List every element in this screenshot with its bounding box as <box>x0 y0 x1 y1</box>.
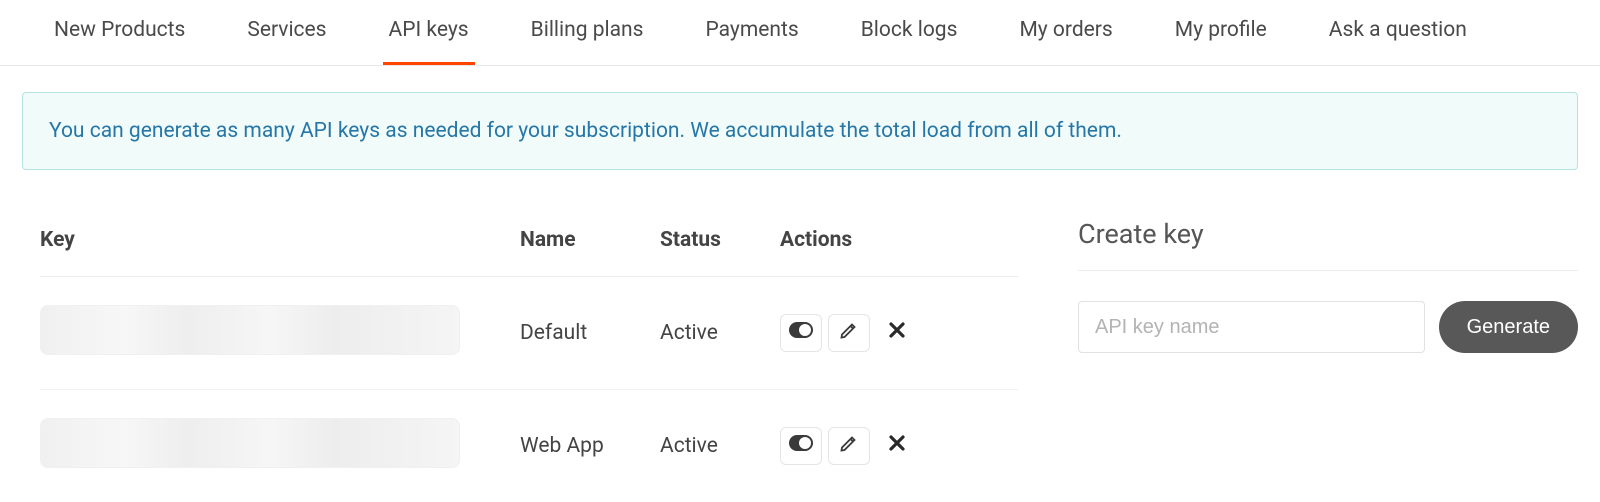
tab-new-products[interactable]: New Products <box>48 0 191 65</box>
tab-my-orders[interactable]: My orders <box>1013 0 1118 65</box>
api-key-name: Web App <box>520 390 660 502</box>
x-icon <box>888 434 906 458</box>
tab-my-profile[interactable]: My profile <box>1169 0 1273 65</box>
tab-api-keys[interactable]: API keys <box>383 0 475 65</box>
api-key-name-input[interactable] <box>1078 301 1425 353</box>
toggle-button[interactable] <box>780 314 822 352</box>
pencil-icon <box>839 433 859 459</box>
toggle-icon <box>788 434 814 458</box>
tabs-nav: New Products Services API keys Billing p… <box>0 0 1600 66</box>
tab-ask-a-question[interactable]: Ask a question <box>1323 0 1473 65</box>
col-header-key: Key <box>40 218 520 277</box>
tab-block-logs[interactable]: Block logs <box>855 0 964 65</box>
edit-button[interactable] <box>828 427 870 465</box>
table-row: Default Active <box>40 277 1018 390</box>
api-keys-table: Key Name Status Actions Default Active <box>40 218 1018 502</box>
toggle-button[interactable] <box>780 427 822 465</box>
api-key-value-redacted <box>40 418 460 468</box>
col-header-status: Status <box>660 218 780 277</box>
delete-button[interactable] <box>876 314 918 352</box>
create-key-panel: Create key Generate <box>1078 218 1578 502</box>
info-banner-text: You can generate as many API keys as nee… <box>49 119 1122 143</box>
table-row: Web App Active <box>40 390 1018 502</box>
edit-button[interactable] <box>828 314 870 352</box>
x-icon <box>888 321 906 345</box>
col-header-actions: Actions <box>780 218 1018 277</box>
api-key-value-redacted <box>40 305 460 355</box>
col-header-name: Name <box>520 218 660 277</box>
info-banner: You can generate as many API keys as nee… <box>22 92 1578 170</box>
tab-billing-plans[interactable]: Billing plans <box>525 0 650 65</box>
api-key-status: Active <box>660 390 780 502</box>
delete-button[interactable] <box>876 427 918 465</box>
pencil-icon <box>839 320 859 346</box>
tab-services[interactable]: Services <box>241 0 332 65</box>
api-key-name: Default <box>520 277 660 390</box>
api-key-status: Active <box>660 277 780 390</box>
tab-payments[interactable]: Payments <box>700 0 805 65</box>
generate-button[interactable]: Generate <box>1439 301 1578 353</box>
create-key-title: Create key <box>1078 218 1578 271</box>
toggle-icon <box>788 321 814 345</box>
